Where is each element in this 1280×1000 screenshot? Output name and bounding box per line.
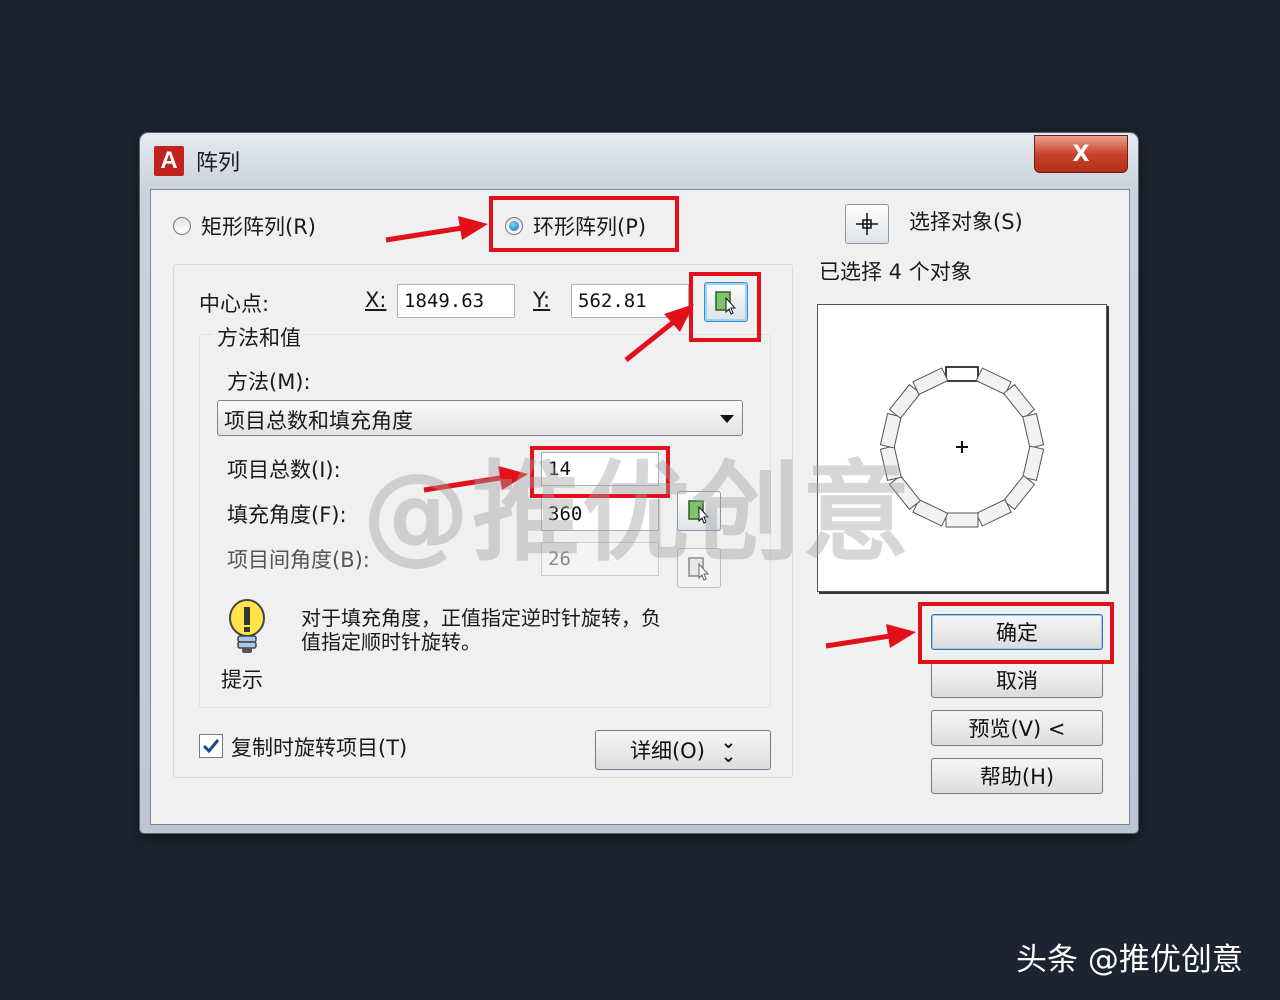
array-item xyxy=(912,367,949,396)
array-item xyxy=(1002,474,1036,511)
rectangular-array-option[interactable]: 矩形阵列(R) xyxy=(171,210,351,244)
center-y-input[interactable]: 562.81 xyxy=(571,284,689,318)
footer-watermark: 头条 @推优创意 xyxy=(1016,942,1243,978)
array-item xyxy=(945,366,979,382)
close-button[interactable]: X xyxy=(1034,135,1128,173)
chevron-down-icon xyxy=(720,415,734,423)
details-button-label: 详细(O) xyxy=(629,739,705,763)
fill-angle-label: 填充角度(F): xyxy=(227,503,347,527)
array-item xyxy=(912,498,949,527)
lightbulb-icon xyxy=(229,599,265,653)
select-objects-label: 选择对象(S) xyxy=(909,210,1023,234)
highlight-polar-array xyxy=(489,196,679,252)
rectangular-array-label: 矩形阵列(R) xyxy=(201,215,316,239)
crosshair-icon xyxy=(856,213,878,235)
method-label: 方法(M): xyxy=(227,370,311,394)
checkmark-icon xyxy=(202,739,220,754)
details-button[interactable]: 详细(O) ⌄ ⌄ xyxy=(595,730,771,770)
array-item xyxy=(945,512,979,528)
center-point-label: 中心点: xyxy=(199,292,270,316)
selection-status: 已选择 4 个对象 xyxy=(819,260,972,284)
watermark-text: @推优创意 xyxy=(362,451,913,576)
preview-button[interactable]: 预览(V) < xyxy=(931,710,1103,746)
center-x-label: X: xyxy=(365,288,387,312)
rotate-items-label: 复制时旋转项目(T) xyxy=(231,736,408,760)
cancel-button[interactable]: 取消 xyxy=(931,662,1103,698)
item-angle-label: 项目间角度(B): xyxy=(227,548,370,572)
rectangular-array-radio[interactable] xyxy=(173,217,191,235)
help-button[interactable]: 帮助(H) xyxy=(931,758,1103,794)
array-item xyxy=(975,498,1012,527)
center-x-input[interactable]: 1849.63 xyxy=(397,284,515,318)
tip-text-line2: 值指定顺时针旋转。 xyxy=(301,630,481,654)
array-item xyxy=(1022,445,1045,481)
total-items-label: 项目总数(I): xyxy=(227,458,341,482)
center-y-label: Y: xyxy=(533,288,551,312)
array-item xyxy=(1002,383,1036,420)
highlight-ok-button xyxy=(918,602,1114,664)
title-bar[interactable]: A 阵列 X xyxy=(140,133,1138,189)
method-values-title: 方法和值 xyxy=(213,322,305,352)
rotate-items-checkbox[interactable] xyxy=(199,734,223,758)
double-chevron-down-icon: ⌄ ⌄ xyxy=(720,732,736,767)
select-objects-button[interactable] xyxy=(845,204,889,244)
array-item xyxy=(975,367,1012,396)
dialog-title: 阵列 xyxy=(196,151,241,176)
tip-label: 提示 xyxy=(221,668,263,692)
highlight-pick-center xyxy=(689,272,761,342)
array-item xyxy=(888,383,922,420)
array-item xyxy=(1022,413,1045,449)
autocad-logo-icon: A xyxy=(154,146,184,176)
